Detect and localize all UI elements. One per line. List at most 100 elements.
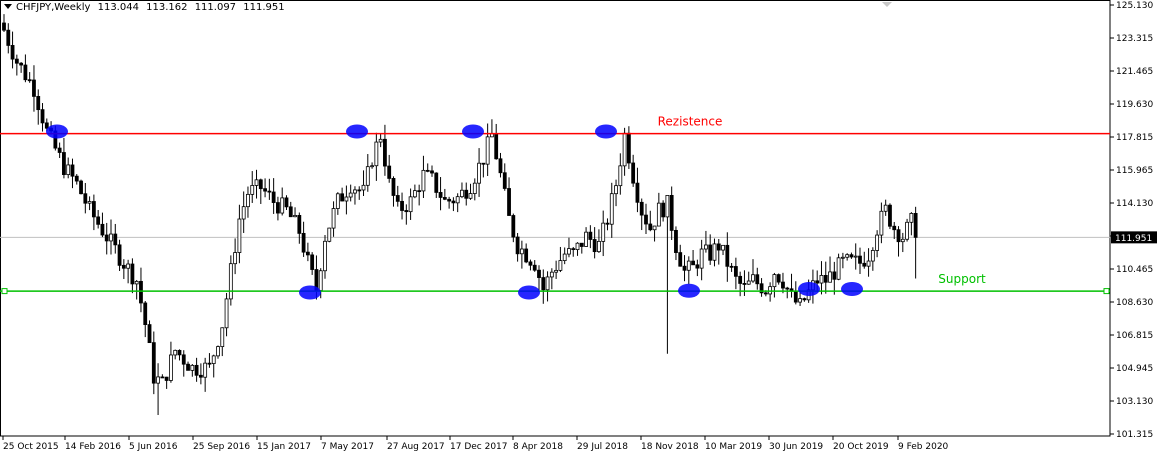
candle-body xyxy=(541,277,546,291)
candle-body xyxy=(391,178,396,196)
candle-body xyxy=(147,324,152,344)
candle-body xyxy=(605,222,610,225)
candle-body xyxy=(738,275,743,284)
candle-body xyxy=(558,260,563,271)
candle-body xyxy=(853,255,858,258)
x-tick-label: 29 Jul 2018 xyxy=(577,442,628,452)
x-tick-label: 18 Nov 2018 xyxy=(641,442,699,452)
candle-body xyxy=(460,189,464,198)
candle-body xyxy=(126,263,131,269)
candle-body xyxy=(575,242,580,251)
candle-body xyxy=(879,210,884,236)
candle-body xyxy=(549,271,554,278)
y-tick-label: 104.945 xyxy=(1116,364,1153,374)
candle-body xyxy=(438,192,443,198)
candle-body xyxy=(502,172,507,189)
y-tick-label: 103.130 xyxy=(1116,397,1153,407)
y-tick-label: 125.130 xyxy=(1116,1,1153,11)
candle-body xyxy=(417,190,422,193)
candle-body xyxy=(66,164,71,175)
candle-body xyxy=(712,243,717,261)
touch-marker xyxy=(841,282,863,296)
candle-body xyxy=(323,240,327,272)
candle-body xyxy=(733,266,738,277)
candle-body xyxy=(430,170,434,174)
touch-marker xyxy=(299,285,321,300)
candle-body xyxy=(746,280,751,285)
candle-body xyxy=(353,189,357,194)
candle-body xyxy=(276,202,280,214)
candle-body xyxy=(237,218,242,253)
candle-body xyxy=(91,201,96,218)
candle-body xyxy=(14,58,19,64)
y-tick-label: 108.630 xyxy=(1116,298,1153,308)
x-tick-label: 20 Oct 2019 xyxy=(833,442,889,452)
candle-body xyxy=(567,248,571,255)
candle-body xyxy=(280,197,285,214)
candle-body xyxy=(639,201,644,216)
chart-window: Rezistence Support 125.130 123.315 121.465 11… xyxy=(0,0,1157,455)
ohlc-low: 111.097 xyxy=(194,2,237,13)
current-price-label: 111.951 xyxy=(1115,234,1152,244)
candle-body xyxy=(250,185,255,195)
candle-body xyxy=(267,190,272,193)
candle-body xyxy=(335,193,340,209)
candle-body xyxy=(23,64,28,81)
candle-body xyxy=(836,257,841,280)
y-tick-label: 115.965 xyxy=(1116,166,1153,176)
candle-body xyxy=(618,165,623,187)
candle-body xyxy=(32,79,36,97)
candle-body xyxy=(241,206,246,220)
candle-body xyxy=(40,109,45,124)
candle-body xyxy=(524,248,529,263)
candle-body xyxy=(626,132,631,164)
y-tick-label: 117.815 xyxy=(1116,133,1153,143)
touch-marker xyxy=(462,124,484,139)
candle-body xyxy=(716,243,721,251)
candle-body xyxy=(284,197,289,208)
touch-marker xyxy=(46,124,68,139)
candle-body xyxy=(156,376,160,384)
candle-body xyxy=(370,165,374,168)
candle-body xyxy=(708,244,713,261)
candle-body xyxy=(601,222,606,242)
candle-body xyxy=(656,202,661,227)
candle-body xyxy=(271,191,276,203)
candle-body xyxy=(597,240,601,253)
candle-body xyxy=(173,349,178,356)
candle-body xyxy=(357,189,362,192)
candle-body xyxy=(344,196,349,202)
x-tick-label: 8 Apr 2018 xyxy=(513,442,563,452)
level-label-support: Support xyxy=(938,272,986,286)
candle-body xyxy=(913,213,918,238)
y-tick-label: 119.630 xyxy=(1116,100,1153,110)
candle-body xyxy=(785,287,790,290)
candle-body xyxy=(57,147,62,153)
candle-body xyxy=(79,180,83,195)
candle-body xyxy=(498,158,503,174)
candle-body xyxy=(481,162,486,165)
ohlc-high: 113.162 xyxy=(146,2,188,13)
candles-group xyxy=(2,14,918,415)
level-handle-right xyxy=(1103,288,1110,295)
candle-body xyxy=(293,215,297,218)
chart-menu-triangle-icon[interactable] xyxy=(4,4,12,9)
candle-body xyxy=(832,271,837,280)
candle-body xyxy=(584,231,588,247)
candle-body xyxy=(365,166,370,186)
candle-body xyxy=(383,138,387,167)
candle-body xyxy=(10,45,15,60)
candle-body xyxy=(823,275,828,283)
candle-body xyxy=(562,253,567,261)
candle-body xyxy=(143,302,148,325)
candle-body xyxy=(900,238,905,243)
candle-body xyxy=(74,175,79,182)
candle-body xyxy=(310,254,315,270)
candle-body xyxy=(100,223,105,236)
candle-body xyxy=(532,264,537,271)
candle-body xyxy=(62,152,66,175)
candle-body xyxy=(888,204,892,227)
y-tick-label: 123.315 xyxy=(1116,34,1153,44)
candle-body xyxy=(216,346,220,357)
candle-body xyxy=(699,248,704,269)
